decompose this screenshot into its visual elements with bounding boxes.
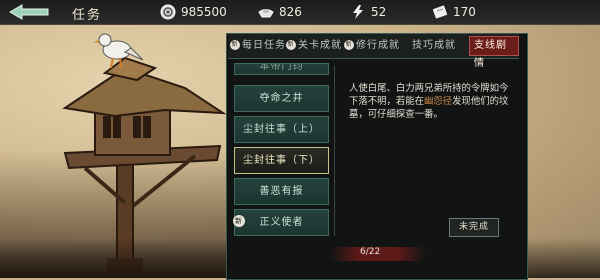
coin-counter: 985500 [160,3,227,21]
coin-value: 985500 [181,5,227,19]
ingot-value: 826 [279,5,302,19]
tab-skill-achievements[interactable]: 技巧成就 [412,34,456,58]
tab-daily-tasks[interactable]: 新每日任务 [230,34,286,58]
coin-icon [160,4,176,20]
divider [334,66,335,236]
tab-bar: 新每日任务 新关卡成就 新修行成就 技巧成就 支线剧情 [228,34,519,69]
ticket-value: 170 [453,5,476,19]
ticket-counter: 170 [432,3,476,21]
new-badge: 新 [233,215,245,227]
quest-item[interactable]: 夺命之井 [234,85,329,112]
new-badge: 新 [230,40,240,50]
new-badge: 新 [344,40,354,50]
lightning-icon [353,5,363,19]
status-button[interactable]: 未完成 [449,218,499,237]
location-highlight: 幽怨径 [424,96,453,107]
ingot-counter: 826 [258,3,302,21]
quest-list[interactable]: 本帝门钧 夺命之井 尘封往事（上） 尘封往事（下） 善恶有报 新 正义使者 [233,63,329,241]
tab-stage-achievements[interactable]: 新关卡成就 [286,34,342,58]
quest-item-selected[interactable]: 尘封往事（下） [234,147,329,174]
ingot-icon [258,9,274,18]
stamina-counter: 52 [350,3,386,21]
quest-item[interactable]: 尘封往事（上） [234,116,329,143]
page-title: 任务 [72,8,103,23]
back-arrow-icon[interactable] [8,3,54,21]
tab-cultivation-achievements[interactable]: 新修行成就 [344,34,400,58]
quest-description: 人使白尾、白力两兄弟所持的令牌如今下落不明，若能在幽怨径发现他们的坟墓，可仔细探… [349,83,509,120]
new-badge: 新 [286,40,296,50]
ticket-icon [432,5,448,19]
quest-item[interactable]: 新 正义使者 [233,209,329,236]
progress-counter: 6/22 [360,247,381,257]
top-bar: 任务 985500 826 52 170 [0,0,600,25]
quest-item-label: 正义使者 [259,217,304,228]
stamina-value: 52 [371,5,387,19]
quest-item[interactable]: 本帝门钧 [234,63,329,75]
quest-item[interactable]: 善恶有报 [234,178,329,205]
tab-side-story[interactable]: 支线剧情 [469,36,519,69]
